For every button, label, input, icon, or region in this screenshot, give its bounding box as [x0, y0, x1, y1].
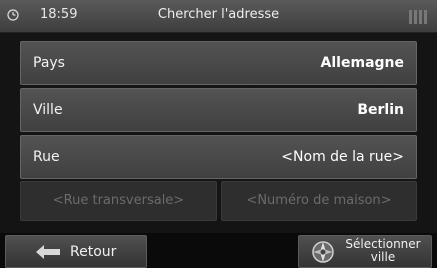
street-label: Rue [33, 149, 60, 165]
select-city-label: Sélectionner ville [345, 237, 421, 264]
cross-street-field: <Rue transversale> [20, 181, 217, 221]
house-number-placeholder: <Numéro de maison> [246, 193, 392, 208]
cross-street-placeholder: <Rue transversale> [52, 193, 185, 208]
country-value: Allemagne [320, 55, 404, 71]
page-title: Chercher l'adresse [157, 7, 280, 22]
country-label: Pays [33, 55, 65, 71]
signal-icon [409, 8, 429, 24]
country-row[interactable]: Pays Allemagne [20, 41, 417, 85]
bottom-toolbar: Retour Sélectionner ville [0, 233, 437, 268]
city-row[interactable]: Ville Berlin [20, 88, 417, 132]
select-city-button[interactable]: Sélectionner ville [298, 235, 432, 268]
back-arrow-icon [36, 245, 60, 259]
house-number-field: <Numéro de maison> [221, 181, 417, 221]
city-label: Ville [33, 102, 63, 118]
street-row[interactable]: Rue <Nom de la rue> [20, 135, 417, 179]
street-value: <Nom de la rue> [281, 149, 404, 165]
back-label: Retour [70, 244, 117, 260]
city-value: Berlin [357, 102, 404, 118]
status-bar: 18:59 Chercher l'adresse [0, 0, 437, 33]
address-search-panel: Pays Allemagne Ville Berlin Rue <Nom de … [0, 33, 437, 233]
compass-icon [312, 241, 334, 263]
back-button[interactable]: Retour [5, 235, 147, 268]
